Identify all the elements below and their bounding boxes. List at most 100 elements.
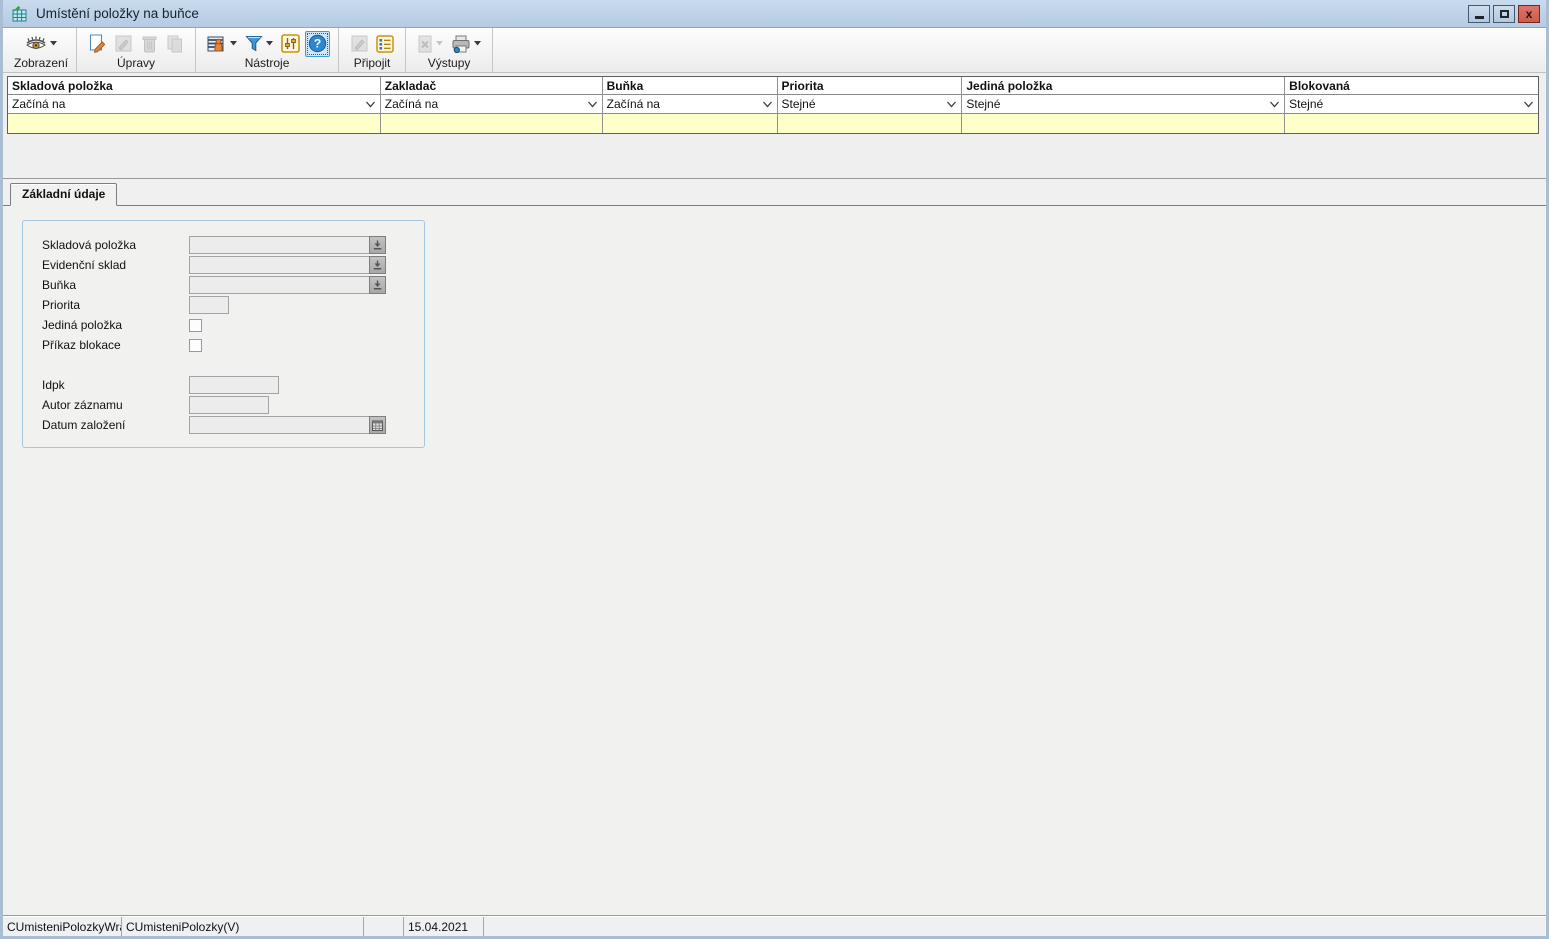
column-header[interactable]: Skladová položka [8,77,380,95]
toolbar-group-label: Výstupy [428,57,471,71]
form-row: Idpk [23,375,424,395]
calendar-button[interactable] [369,416,386,434]
evidencni-sklad-field[interactable] [189,256,369,274]
form-row: Priorita [23,295,424,315]
operator-select[interactable]: Stejné [778,95,962,114]
view-button[interactable] [22,31,60,57]
window-title: Umístění položky na buňce [36,6,1468,21]
filter-button[interactable] [242,31,276,57]
form-row: Buňka [23,275,424,295]
priorita-field[interactable] [189,296,229,314]
status-bar: CUmisteniPolozkyWrapp CUmisteniPolozky(V… [3,916,1546,936]
help-button[interactable]: ? [305,31,330,57]
attach-list-button[interactable] [373,31,397,57]
operator-select[interactable]: Stejné [1285,95,1538,114]
toolbar-group-upravy: Úpravy [77,28,196,72]
tab-zakladni-udaje[interactable]: Základní údaje [10,183,117,206]
prikaz-blokace-checkbox[interactable] [189,339,202,352]
filter-value-input[interactable] [778,114,962,133]
field-label: Jediná položka [23,318,189,332]
toolbar-group-label: Nástroje [245,57,290,71]
idpk-field[interactable] [189,376,279,394]
form-row-spacer [23,355,424,375]
operator-value: Začíná na [607,97,762,111]
parameters-button[interactable] [278,31,303,57]
toolbar-group-zobrazeni: Zobrazení [6,28,77,72]
filter-value-input[interactable] [8,114,380,133]
lookup-button[interactable] [369,276,386,294]
operator-value: Stejné [1289,97,1523,111]
form-row: Evidenční sklad [23,255,424,275]
operator-select[interactable]: Začíná na [381,95,602,114]
trash-icon [142,35,157,53]
status-wrapper-class: CUmisteniPolozkyWrapp [3,917,122,936]
filter-value-input[interactable] [962,114,1284,133]
filter-value-input[interactable] [603,114,777,133]
bunka-field[interactable] [189,276,369,294]
column-header[interactable]: Blokovaná [1285,77,1538,95]
chevron-down-icon [1269,101,1280,108]
minimize-button[interactable] [1468,5,1490,23]
export-button[interactable] [414,31,446,57]
print-button[interactable] [448,31,484,57]
help-icon: ? [308,34,327,53]
close-button[interactable]: x [1518,5,1540,23]
chevron-down-icon [50,41,57,46]
skladova-polozka-field[interactable] [189,236,369,254]
chevron-down-icon [436,41,443,46]
lookup-button[interactable] [369,236,386,254]
maximize-button[interactable] [1493,5,1515,23]
copy-icon [166,35,184,53]
attach-edit-button[interactable] [347,31,371,57]
maximize-icon [1500,10,1509,18]
filter-value-input[interactable] [1285,114,1538,133]
chevron-down-icon [474,41,481,46]
autor-zaznamu-field[interactable] [189,396,269,414]
chevron-down-icon [365,101,376,108]
grid-rows-area[interactable] [3,134,1546,178]
sliders-icon [281,34,300,53]
records-icon [207,35,227,53]
records-button[interactable] [204,31,240,57]
status-date: 15.04.2021 [404,917,484,936]
column-header[interactable]: Jediná položka [962,77,1284,95]
column-header[interactable]: Priorita [778,77,962,95]
copy-record-button[interactable] [163,31,187,57]
funnel-icon [245,35,263,52]
field-label: Evidenční sklad [23,258,189,272]
column-header[interactable]: Zakladač [381,77,602,95]
content-panel: Skladová položka Evidenční sklad [3,206,1546,916]
operator-select[interactable]: Stejné [962,95,1284,114]
lookup-button[interactable] [369,256,386,274]
filter-column-zakladac: Zakladač Začíná na [381,77,603,133]
toolbar-group-label: Úpravy [117,57,155,71]
new-record-button[interactable] [85,31,109,57]
filter-value-input[interactable] [381,114,602,133]
field-label: Skladová položka [23,238,189,252]
form-row: Datum založení [23,415,424,435]
chevron-down-icon [1523,101,1534,108]
title-bar: Umístění položky na buňce x [3,0,1546,28]
edit-icon [115,35,132,52]
minimize-icon [1475,16,1484,19]
status-view-class: CUmisteniPolozky(V) [122,917,364,936]
checklist-icon [376,35,394,53]
datum-zalozeni-field[interactable] [189,416,369,434]
close-icon: x [1526,8,1533,20]
column-header[interactable]: Buňka [603,77,777,95]
app-grid-icon [11,6,28,22]
form-row: Autor záznamu [23,395,424,415]
jedina-polozka-checkbox[interactable] [189,319,202,332]
edit-record-button[interactable] [111,31,135,57]
toolbar: Zobrazení [3,28,1546,73]
chevron-down-icon [587,101,598,108]
chevron-down-icon [946,101,957,108]
tab-strip: Základní údaje [3,179,1546,206]
operator-select[interactable]: Začíná na [603,95,777,114]
operator-select[interactable]: Začíná na [8,95,380,114]
delete-record-button[interactable] [137,31,161,57]
status-empty-cell [364,917,404,936]
field-label: Datum založení [23,418,189,432]
field-label: Příkaz blokace [23,338,189,352]
export-icon [417,35,433,53]
